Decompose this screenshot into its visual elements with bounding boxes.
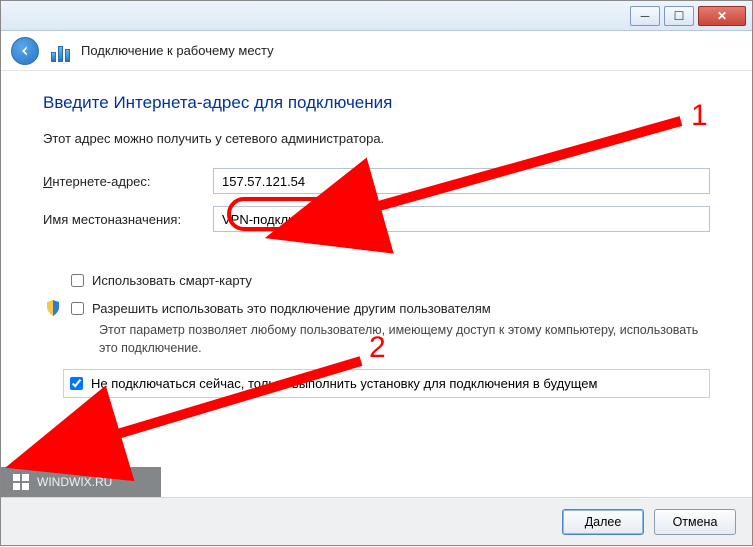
- titlebar: ─ ☐ ✕: [1, 1, 752, 31]
- address-label: Интернете-адрес:: [43, 174, 213, 189]
- cancel-button[interactable]: Отмена: [654, 509, 736, 535]
- watermark: WINDWIX.RU: [1, 467, 161, 497]
- destination-label: Имя местоназначения:: [43, 212, 213, 227]
- smartcard-checkbox[interactable]: [71, 274, 84, 287]
- allow-others-option: Разрешить использовать это подключение д…: [43, 300, 710, 318]
- footer: Далее Отмена: [1, 497, 752, 545]
- wizard-header: Подключение к рабочему месту: [1, 31, 752, 71]
- smartcard-label: Использовать смарт-карту: [92, 272, 252, 290]
- wizard-title: Подключение к рабочему месту: [81, 43, 274, 58]
- maximize-button[interactable]: ☐: [664, 6, 694, 26]
- arrow-left-icon: [18, 44, 32, 58]
- address-row: Интернете-адрес:: [43, 168, 710, 194]
- close-button[interactable]: ✕: [698, 6, 746, 26]
- minimize-button[interactable]: ─: [630, 6, 660, 26]
- defer-checkbox[interactable]: [70, 377, 83, 390]
- content-area: Введите Интернета-адрес для подключения …: [1, 71, 752, 481]
- shield-icon: [45, 300, 61, 316]
- back-button[interactable]: [11, 37, 39, 65]
- destination-input[interactable]: [213, 206, 710, 232]
- connection-icon: [49, 40, 71, 62]
- allow-others-description: Этот параметр позволяет любому пользоват…: [99, 322, 710, 357]
- page-heading: Введите Интернета-адрес для подключения: [43, 93, 710, 113]
- watermark-text: WINDWIX.RU: [37, 475, 112, 489]
- next-button[interactable]: Далее: [562, 509, 644, 535]
- allow-others-label: Разрешить использовать это подключение д…: [92, 300, 491, 318]
- windows-logo-icon: [13, 474, 29, 490]
- allow-others-checkbox[interactable]: [71, 302, 84, 315]
- smartcard-option: Использовать смарт-карту: [43, 272, 710, 290]
- page-subtext: Этот адрес можно получить у сетевого адм…: [43, 131, 710, 146]
- defer-label: Не подключаться сейчас, только выполнить…: [91, 376, 597, 391]
- defer-option: Не подключаться сейчас, только выполнить…: [63, 369, 710, 398]
- address-input[interactable]: [213, 168, 710, 194]
- destination-row: Имя местоназначения:: [43, 206, 710, 232]
